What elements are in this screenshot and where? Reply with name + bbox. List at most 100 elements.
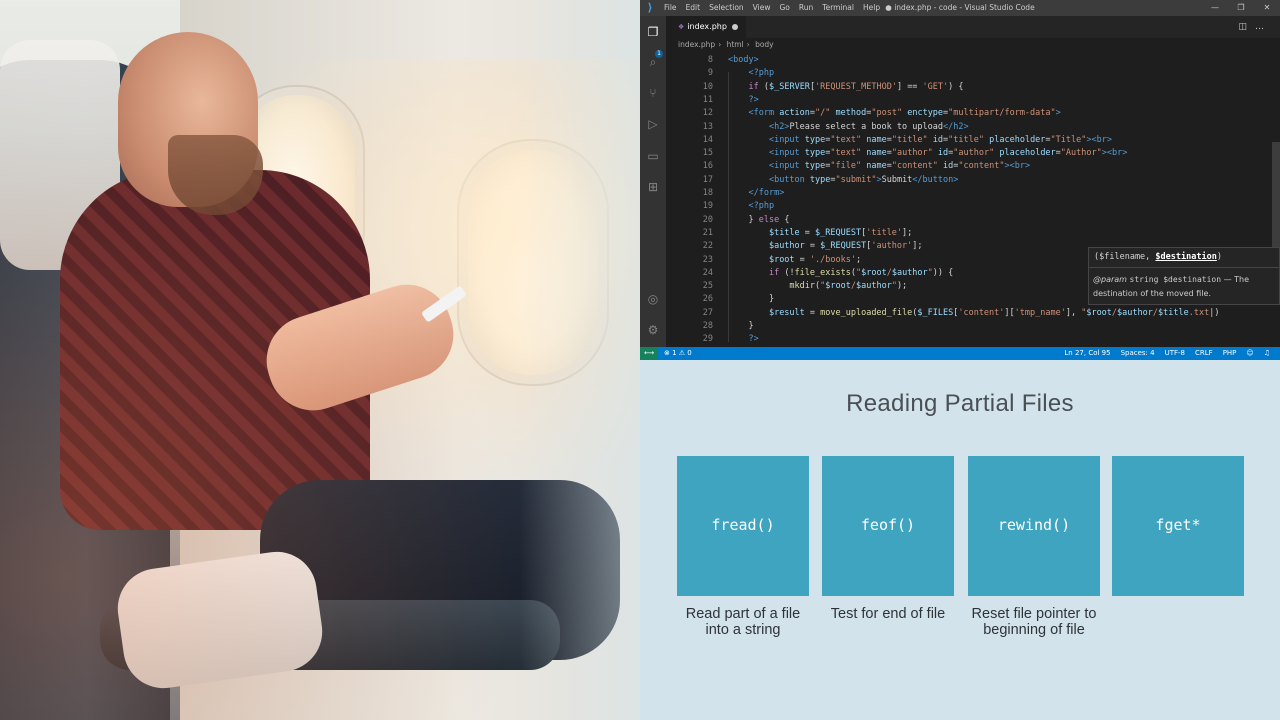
code-line[interactable]: 17 <button type="submit">Submit</button>: [666, 174, 1266, 187]
end-of-line[interactable]: CRLF: [1195, 347, 1213, 360]
line-number: 19: [702, 201, 713, 212]
breadcrumb: index.php › html › body: [666, 38, 1280, 52]
menu-item-edit[interactable]: Edit: [686, 0, 701, 16]
function-name: fread(): [711, 516, 775, 534]
code-text: <form action="/" method="post" enctype="…: [748, 108, 1061, 119]
code-text: }: [728, 294, 775, 305]
parameter-doc: @param string $destination — The destina…: [1093, 275, 1249, 298]
line-number: 21: [702, 227, 713, 238]
code-text: $root = './books';: [768, 254, 862, 265]
code-text: <?php: [748, 68, 775, 79]
tab-label: index.php: [687, 22, 727, 31]
window-controls: — ❐ ✕: [1202, 0, 1280, 16]
line-number: 29: [702, 334, 713, 345]
breadcrumb-html[interactable]: html: [727, 40, 744, 49]
breadcrumb-body[interactable]: body: [755, 40, 774, 49]
code-text: if ($_SERVER['REQUEST_METHOD'] == 'GET')…: [748, 81, 964, 92]
code-line[interactable]: 18 </form>: [666, 187, 1266, 200]
menu-item-view[interactable]: View: [753, 0, 771, 16]
code-line[interactable]: 19 <?php: [666, 200, 1266, 213]
maximize-icon[interactable]: ❐: [1228, 0, 1254, 16]
language-mode[interactable]: PHP: [1223, 347, 1237, 360]
code-text: } else {: [728, 214, 790, 225]
remote-indicator-icon[interactable]: ⟷: [640, 347, 658, 360]
function-card: fget*: [1112, 456, 1244, 596]
line-number: 10: [702, 81, 713, 92]
encoding[interactable]: UTF-8: [1165, 347, 1185, 360]
menu-item-help[interactable]: Help: [863, 0, 880, 16]
function-name: fget*: [1155, 516, 1201, 534]
code-text: <h2>Please select a book to upload</h2>: [768, 121, 969, 132]
code-text: $author = $_REQUEST['author'];: [768, 241, 923, 252]
code-line[interactable]: 12 <form action="/" method="post" enctyp…: [666, 107, 1266, 120]
function-card: feof(): [822, 456, 954, 596]
code-line[interactable]: 11 ?>: [666, 94, 1266, 107]
line-number: 12: [702, 108, 713, 119]
explorer-icon[interactable]: ❐: [645, 24, 661, 40]
code-line[interactable]: 20 } else {: [666, 214, 1266, 227]
menu-item-file[interactable]: File: [664, 0, 677, 16]
source-control-icon[interactable]: ⑂: [645, 85, 661, 101]
function-description: Read part of a file into a string: [685, 606, 801, 638]
menu-item-go[interactable]: Go: [779, 0, 789, 16]
code-text: if (!file_exists("$root/$author")) {: [768, 267, 954, 278]
breadcrumb-file[interactable]: index.php: [678, 40, 715, 49]
code-line[interactable]: 8 <body>: [666, 54, 1266, 67]
status-bar: ⟷ ⊗ 1 ⚠ 0 Ln 27, Col 95 Spaces: 4 UTF-8 …: [640, 347, 1280, 360]
code-text: <input type="text" name="author" id="aut…: [768, 148, 1128, 159]
line-number: 17: [702, 174, 713, 185]
code-line[interactable]: 14 <input type="text" name="title" id="t…: [666, 134, 1266, 147]
menu-item-selection[interactable]: Selection: [709, 0, 744, 16]
menu-bar: File Edit Selection View Go Run Terminal Help: [664, 0, 880, 16]
code-line[interactable]: 29 ?>: [666, 333, 1266, 346]
code-line[interactable]: 16 <input type="file" name="content" id=…: [666, 160, 1266, 173]
search-icon[interactable]: ⌕: [645, 54, 661, 70]
feedback-icon[interactable]: ☺: [1246, 347, 1253, 360]
code-text: <input type="text" name="title" id="titl…: [768, 134, 1112, 145]
line-number: 16: [702, 161, 713, 172]
line-number: 24: [702, 267, 713, 278]
editor-tab-bar: ❖ index.php ◫…: [666, 16, 1280, 38]
function-description: Test for end of file: [830, 606, 946, 622]
function-card: rewind(): [968, 456, 1100, 596]
line-number: 9: [707, 68, 713, 79]
activity-bar: ❐ 1 ⌕ ⑂ ▷ ▭ ⊞ ◎ ⚙: [640, 16, 666, 347]
code-line[interactable]: 9 <?php: [666, 67, 1266, 80]
indentation[interactable]: Spaces: 4: [1121, 347, 1155, 360]
code-line[interactable]: 13 <h2>Please select a book to upload</h…: [666, 121, 1266, 134]
function-name: feof(): [860, 516, 916, 534]
code-line[interactable]: 10 if ($_SERVER['REQUEST_METHOD'] == 'GE…: [666, 81, 1266, 94]
menu-item-run[interactable]: Run: [799, 0, 813, 16]
vscode-window: ⟩ File Edit Selection View Go Run Terminal Help…: [640, 0, 1280, 360]
unsaved-dot-icon[interactable]: [732, 24, 738, 30]
cursor-position[interactable]: Ln 27, Col 95: [1064, 347, 1110, 360]
tab-index-php[interactable]: ❖ index.php: [666, 16, 746, 38]
code-text: ?>: [748, 334, 759, 345]
slide-panel: Reading Partial Files fread() Read part o…: [640, 360, 1280, 720]
parameter-hint-popup: ($filename, $destination) @param string …: [1088, 247, 1280, 305]
minimize-icon[interactable]: —: [1202, 0, 1228, 16]
function-description: Reset file pointer to beginning of file: [971, 606, 1097, 638]
code-text: mkdir("$root/$author");: [789, 281, 908, 292]
more-actions-icon[interactable]: …: [1255, 22, 1272, 32]
slide-title: Reading Partial Files: [846, 390, 1074, 417]
code-text: <?php: [748, 201, 775, 212]
code-line[interactable]: 15 <input type="text" name="author" id="…: [666, 147, 1266, 160]
code-text: }: [728, 321, 754, 331]
problems-indicator[interactable]: ⊗ 1 ⚠ 0: [664, 347, 692, 360]
code-line[interactable]: 28 }: [666, 320, 1266, 333]
split-editor-icon[interactable]: ◫: [1238, 22, 1255, 32]
account-icon[interactable]: ◎: [645, 291, 661, 307]
code-line[interactable]: 21 $title = $_REQUEST['title'];: [666, 227, 1266, 240]
code-line[interactable]: 27 $result = move_uploaded_file($_FILES[…: [666, 307, 1266, 320]
settings-gear-icon[interactable]: ⚙: [645, 322, 661, 338]
code-text: ?>: [748, 94, 759, 105]
menu-item-terminal[interactable]: Terminal: [822, 0, 854, 16]
line-number: 15: [702, 148, 713, 159]
close-icon[interactable]: ✕: [1254, 0, 1280, 16]
line-number: 23: [702, 254, 713, 265]
run-debug-icon[interactable]: ▷: [645, 116, 661, 132]
extensions-icon[interactable]: ⊞: [645, 179, 661, 195]
remote-explorer-icon[interactable]: ▭: [645, 148, 661, 164]
notifications-bell-icon[interactable]: ♫: [1264, 347, 1270, 360]
